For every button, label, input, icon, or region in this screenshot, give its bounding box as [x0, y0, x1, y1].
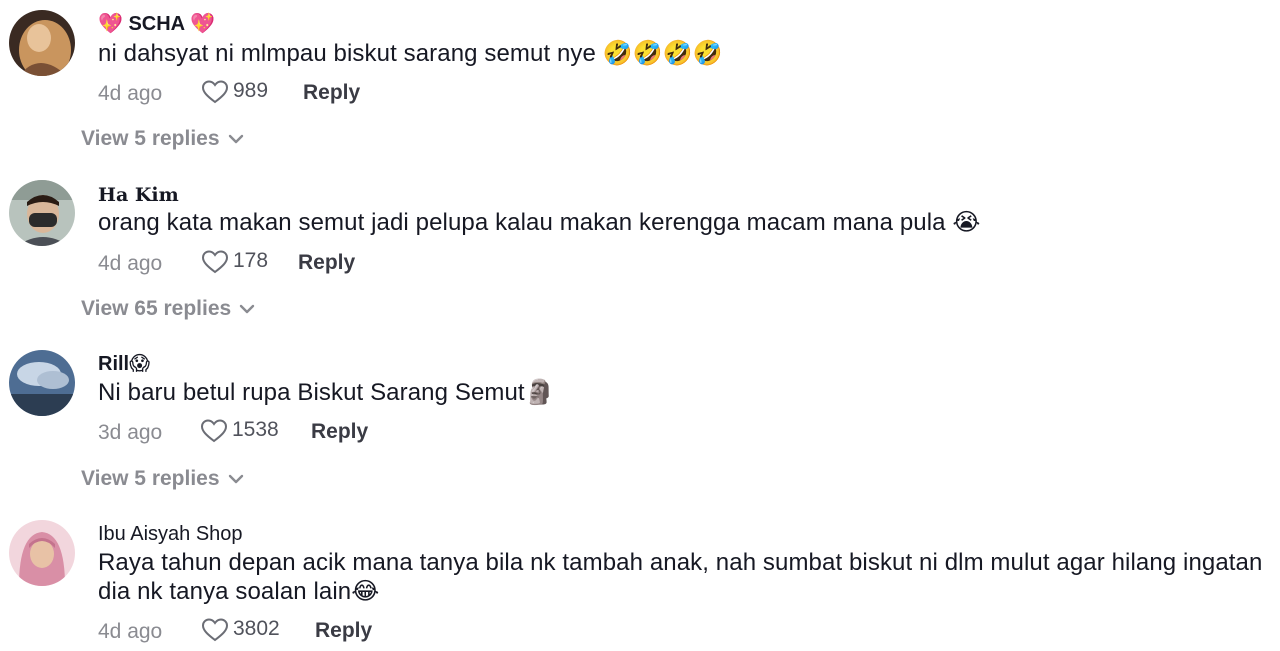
- comment-text: ni dahsyat ni mlmpau biskut sarang semut…: [98, 40, 723, 67]
- chevron-down-icon: [228, 135, 243, 144]
- comment-time: 4d ago: [98, 620, 163, 643]
- comment-time: 4d ago: [98, 82, 163, 105]
- reply-button[interactable]: Reply: [303, 81, 360, 105]
- heart-outline-icon[interactable]: [201, 79, 229, 105]
- view-replies-label: View 65 replies: [81, 297, 232, 320]
- heart-outline-icon[interactable]: [201, 249, 229, 275]
- avatar[interactable]: [9, 350, 75, 416]
- comment-text: orang kata makan semut jadi pelupa kalau…: [98, 209, 981, 236]
- like-count: 178: [233, 249, 269, 272]
- view-replies-button[interactable]: View 5 replies: [81, 467, 244, 491]
- view-replies-label: View 5 replies: [81, 467, 220, 490]
- avatar[interactable]: [9, 520, 75, 586]
- avatar[interactable]: [9, 180, 75, 246]
- username[interactable]: Ibu Aisyah Shop: [98, 522, 243, 546]
- comment-text: Ni baru betul rupa Biskut Sarang Semut🗿: [98, 379, 555, 406]
- avatar[interactable]: [9, 10, 75, 76]
- like-count: 3802: [233, 617, 280, 640]
- comment-text: Raya tahun depan acik mana tanya bila nk…: [98, 549, 1263, 605]
- username[interactable]: Ha Kim: [98, 183, 179, 207]
- username[interactable]: 💖 SCHA 💖: [98, 12, 215, 36]
- comment-time: 3d ago: [98, 421, 163, 444]
- view-replies-button[interactable]: View 65 replies: [81, 297, 255, 321]
- comment-time: 4d ago: [98, 252, 163, 275]
- like-count: 989: [233, 79, 269, 102]
- reply-button[interactable]: Reply: [311, 420, 368, 444]
- like-count: 1538: [232, 418, 279, 441]
- username[interactable]: Rill😱: [98, 352, 150, 376]
- chevron-down-icon: [228, 475, 243, 484]
- heart-outline-icon[interactable]: [201, 617, 229, 643]
- reply-button[interactable]: Reply: [315, 619, 372, 643]
- chevron-down-icon: [240, 305, 255, 314]
- view-replies-button[interactable]: View 5 replies: [81, 127, 244, 151]
- heart-outline-icon[interactable]: [200, 418, 228, 444]
- view-replies-label: View 5 replies: [81, 127, 220, 150]
- reply-button[interactable]: Reply: [298, 251, 355, 275]
